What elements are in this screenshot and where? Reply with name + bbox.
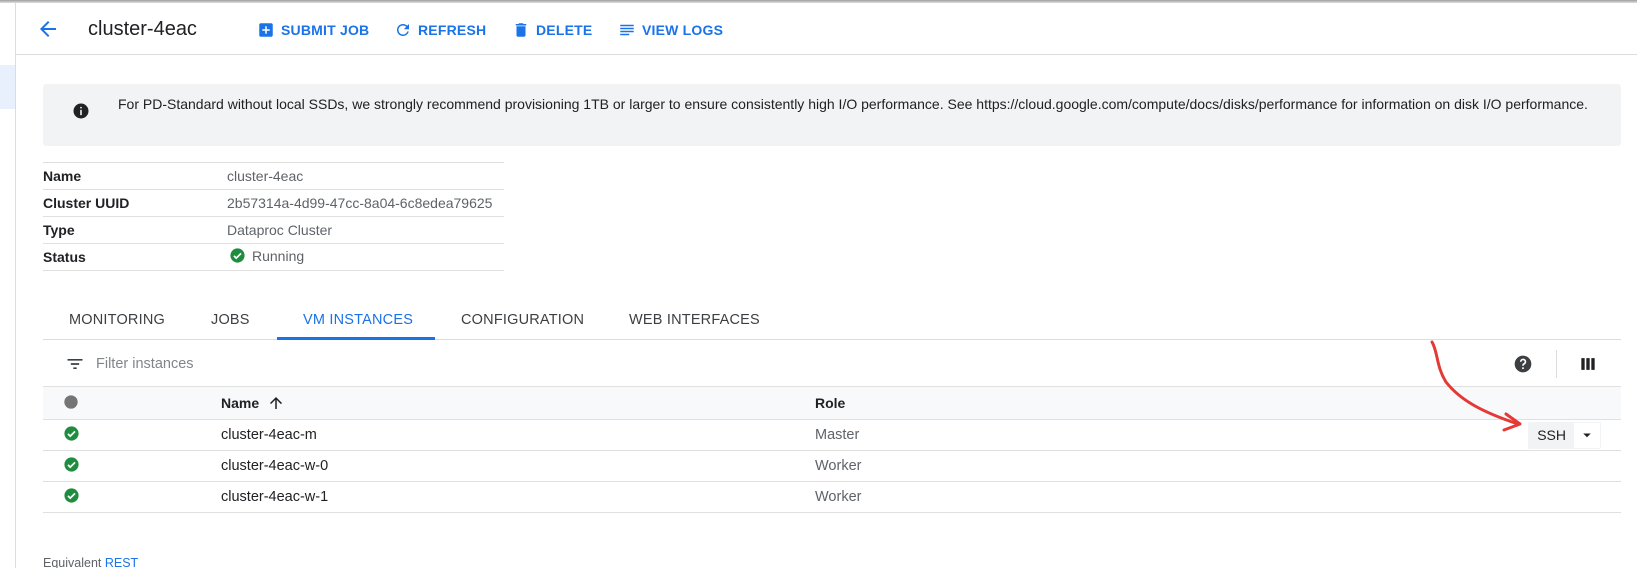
cluster-details-table: Name cluster-4eac Cluster UUID 2b57314a-…	[43, 162, 504, 271]
status-column-header	[43, 386, 221, 420]
logs-icon	[620, 24, 634, 36]
submit-job-button[interactable]: SUBMIT JOB	[257, 20, 369, 40]
detail-label: Name	[43, 162, 227, 190]
instance-name[interactable]: cluster-4eac-m	[221, 419, 815, 451]
detail-value-type: Dataproc Cluster	[227, 216, 504, 244]
detail-row-uuid: Cluster UUID 2b57314a-4d99-47cc-8a04-6c8…	[43, 189, 504, 217]
check-circle-icon	[64, 425, 79, 441]
view-logs-label: VIEW LOGS	[642, 22, 724, 38]
instance-role: Worker	[815, 450, 1515, 482]
table-row: cluster-4eac-w-1 Worker	[43, 481, 1621, 513]
row-status	[43, 481, 221, 513]
info-banner-message: For PD-Standard without local SSDs, we s…	[118, 96, 1588, 112]
tab-bar: MONITORING JOBS VM INSTANCES CONFIGURATI…	[43, 302, 1621, 340]
instance-name[interactable]: cluster-4eac-w-1	[221, 481, 815, 513]
delete-label: DELETE	[536, 22, 593, 38]
info-icon	[72, 102, 90, 120]
tab-jobs[interactable]: JOBS	[211, 312, 250, 328]
detail-value-name: cluster-4eac	[227, 162, 504, 190]
add-box-icon	[259, 23, 273, 37]
status-text: Running	[252, 247, 305, 264]
status-dot-icon	[64, 394, 78, 409]
name-column-label: Name	[221, 395, 260, 411]
instance-role: Master	[815, 419, 1515, 451]
check-circle-icon	[64, 456, 79, 472]
detail-row-status: Status Running	[43, 243, 504, 271]
role-column-header: Role	[815, 386, 1515, 420]
filter-bar	[43, 344, 1621, 384]
delete-button[interactable]: DELETE	[512, 20, 592, 40]
table-header-row: Name Role	[43, 386, 1621, 420]
name-column-header[interactable]: Name	[221, 386, 815, 420]
ssh-split-button: SSH	[1528, 421, 1601, 449]
trash-icon	[515, 23, 527, 37]
equivalent-rest-footer: Equivalent REST	[43, 556, 138, 568]
table-row: cluster-4eac-m Master SSH	[43, 419, 1621, 451]
instance-name[interactable]: cluster-4eac-w-0	[221, 450, 815, 482]
row-status	[43, 450, 221, 482]
toolbar-divider	[1556, 350, 1557, 378]
tab-web-interfaces[interactable]: WEB INTERFACES	[629, 312, 760, 328]
footer-prefix: Equivalent	[43, 556, 102, 568]
detail-label: Status	[43, 243, 227, 271]
page-header: cluster-4eac SUBMIT JOB REFRESH DELETE V…	[16, 3, 1637, 55]
column-display-icon[interactable]	[1578, 354, 1598, 374]
detail-value-status: Running	[227, 243, 504, 271]
instance-role: Worker	[815, 481, 1515, 513]
left-nav-rail	[0, 3, 16, 568]
refresh-icon	[397, 24, 409, 36]
rest-link[interactable]: REST	[105, 556, 138, 568]
caret-down-icon	[1583, 433, 1591, 438]
check-circle-icon	[64, 487, 79, 503]
vm-instances-table: Name Role cluster-4eac-m Master SSH clus…	[43, 386, 1621, 513]
tab-configuration[interactable]: CONFIGURATION	[461, 312, 584, 328]
left-nav-selected-item[interactable]	[0, 65, 15, 109]
refresh-label: REFRESH	[418, 22, 487, 38]
ssh-button[interactable]: SSH	[1529, 423, 1574, 448]
detail-row-type: Type Dataproc Cluster	[43, 216, 504, 244]
ssh-options-dropdown[interactable]	[1574, 422, 1600, 448]
back-arrow-icon[interactable]	[36, 17, 60, 41]
active-tab-indicator	[277, 337, 435, 340]
row-actions	[1515, 481, 1621, 513]
row-actions: SSH	[1515, 419, 1621, 451]
sort-ascending-icon	[270, 397, 283, 409]
info-banner: For PD-Standard without local SSDs, we s…	[43, 84, 1621, 146]
check-circle-icon	[230, 248, 245, 263]
row-actions	[1515, 450, 1621, 482]
filter-instances-input[interactable]	[96, 352, 596, 376]
row-status	[43, 419, 221, 451]
view-logs-button[interactable]: VIEW LOGS	[618, 20, 723, 40]
refresh-button[interactable]: REFRESH	[394, 20, 486, 40]
tab-vm-instances[interactable]: VM INSTANCES	[303, 312, 413, 328]
detail-row-name: Name cluster-4eac	[43, 162, 504, 190]
detail-label: Cluster UUID	[43, 189, 227, 217]
page-title: cluster-4eac	[88, 18, 197, 40]
help-icon[interactable]	[1513, 354, 1533, 374]
tab-monitoring[interactable]: MONITORING	[69, 312, 165, 328]
table-row: cluster-4eac-w-0 Worker	[43, 450, 1621, 482]
detail-label: Type	[43, 216, 227, 244]
filter-icon[interactable]	[65, 354, 85, 374]
actions-column-header	[1515, 386, 1621, 420]
detail-value-uuid: 2b57314a-4d99-47cc-8a04-6c8edea79625	[227, 189, 504, 217]
submit-job-label: SUBMIT JOB	[281, 22, 370, 38]
